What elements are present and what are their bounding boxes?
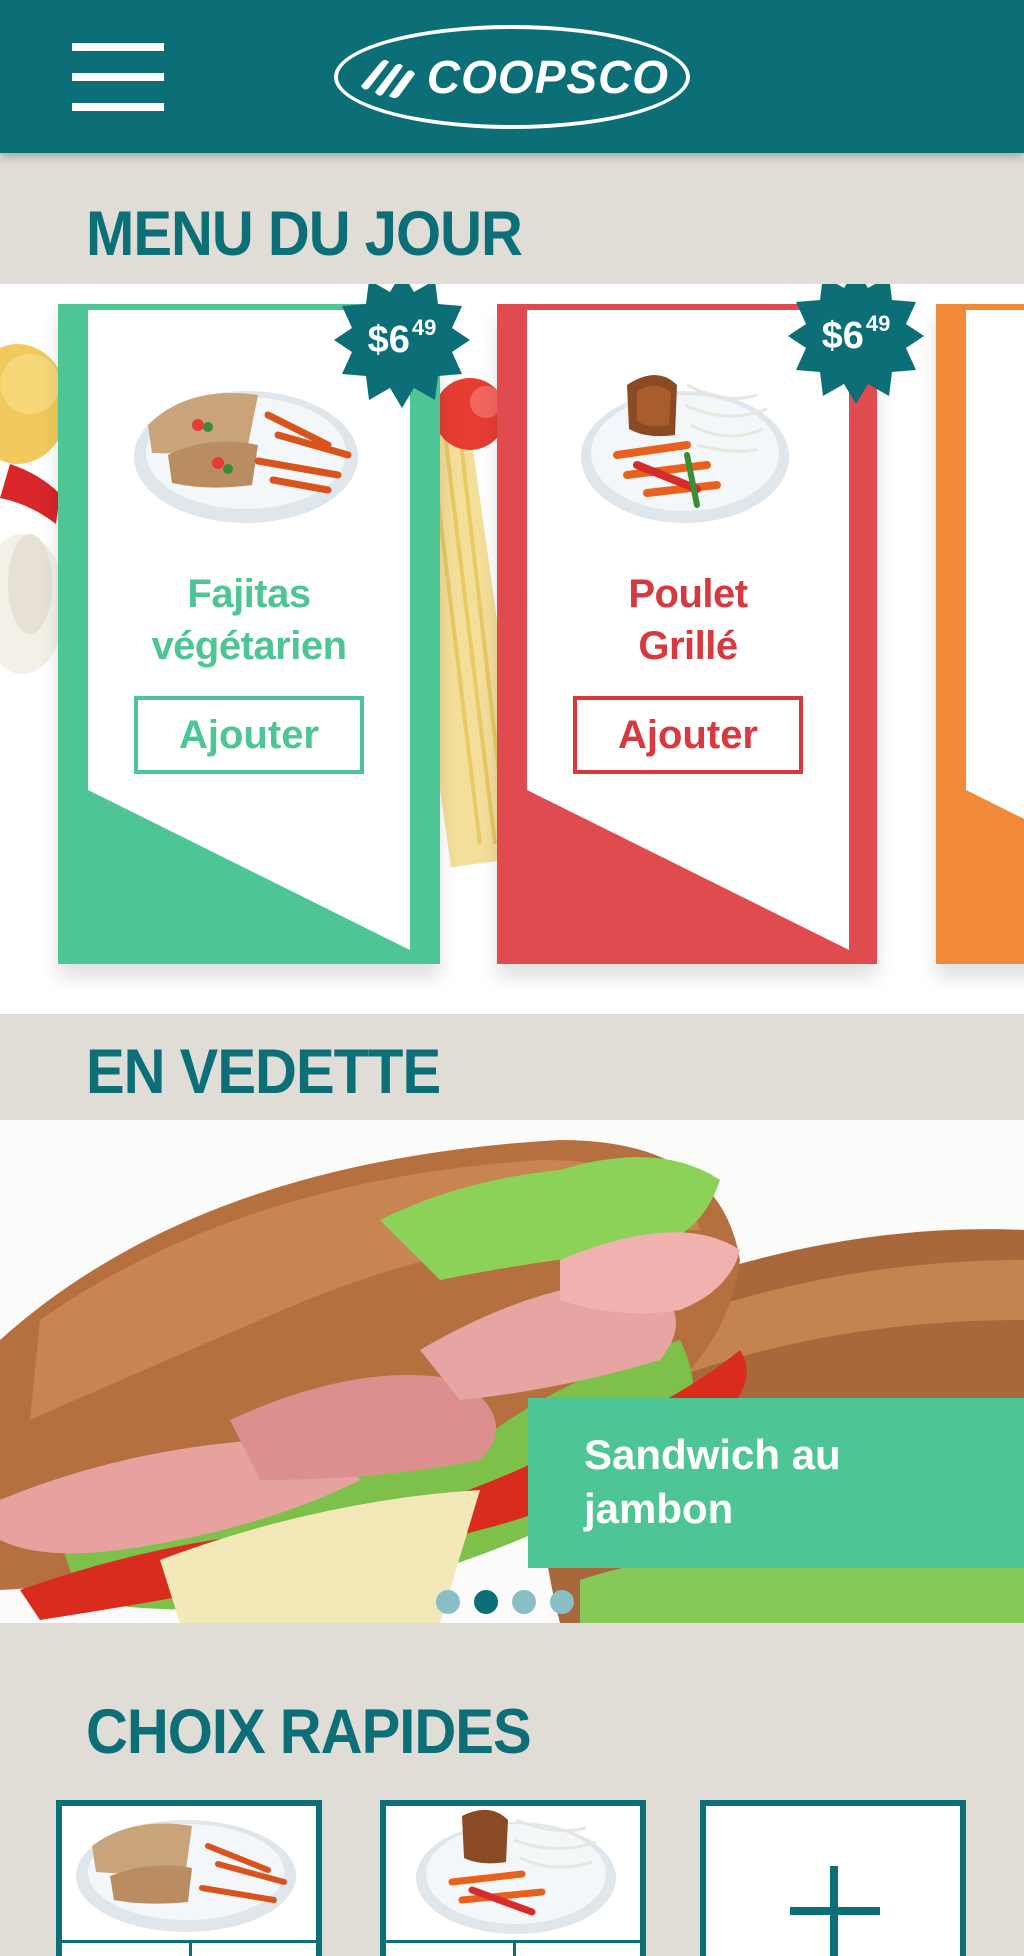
featured-caption[interactable]: Sandwich au jambon (528, 1398, 1024, 1568)
card-name-line2: Grillé (638, 624, 738, 668)
coopsco-mark-icon (360, 60, 415, 98)
price-badge: $6 49 (334, 284, 470, 408)
add-poulet-button[interactable]: Ajouter (573, 696, 803, 774)
quick-choice-grid (386, 1940, 640, 1956)
card-name-line1: Poulet (628, 572, 748, 616)
en-vedette-title: EN VEDETTE (86, 1037, 441, 1108)
fajitas-thumbnail-image (76, 1820, 296, 1932)
add-fajitas-button[interactable]: Ajouter (134, 696, 364, 774)
quick-choice-poulet[interactable] (380, 1800, 646, 1956)
poulet-plate-image (581, 375, 789, 523)
app-header: COOPSCO (0, 0, 1024, 153)
plus-icon (790, 1866, 880, 1956)
price-dollars: $6 (367, 318, 410, 361)
price-badge: $6 49 (788, 284, 924, 404)
price-dollars: $6 (821, 314, 864, 357)
card-item-name: Fajitas végétarien (88, 568, 410, 672)
add-quick-choice-button[interactable] (700, 1800, 966, 1956)
coopsco-logo[interactable]: COOPSCO (334, 25, 690, 129)
carousel-dot-1[interactable] (436, 1590, 460, 1614)
caption-line2: jambon (584, 1485, 734, 1532)
quick-choice-grid (62, 1940, 316, 1956)
caption-line1: Sandwich au (584, 1431, 841, 1478)
card-item-name: Poulet Grillé (527, 568, 849, 672)
carousel-dot-2[interactable] (474, 1590, 498, 1614)
carousel-dot-3[interactable] (512, 1590, 536, 1614)
fajitas-plate-image (134, 391, 358, 523)
card-name-line2: végétarien (151, 624, 347, 668)
poulet-thumbnail-image (416, 1809, 616, 1934)
carousel-dots (436, 1590, 574, 1614)
menu-du-jour-title: MENU DU JOUR (86, 199, 523, 270)
choix-rapides-title: CHOIX RAPIDES (86, 1697, 532, 1768)
menu-card-partial[interactable] (936, 304, 1024, 964)
price-cents: 49 (865, 311, 891, 336)
hamburger-menu-icon[interactable] (72, 43, 164, 113)
menu-du-jour-carousel[interactable]: Fajitas végétarien Ajouter $6 49 Poulet … (0, 284, 1024, 1014)
price-cents: 49 (411, 315, 437, 340)
quick-choice-fajitas[interactable] (56, 1800, 322, 1956)
carousel-dot-4[interactable] (550, 1590, 574, 1614)
card-name-line1: Fajitas (187, 572, 311, 616)
featured-carousel[interactable]: Sandwich au jambon (0, 1120, 1024, 1623)
brand-name: COOPSCO (426, 51, 670, 103)
